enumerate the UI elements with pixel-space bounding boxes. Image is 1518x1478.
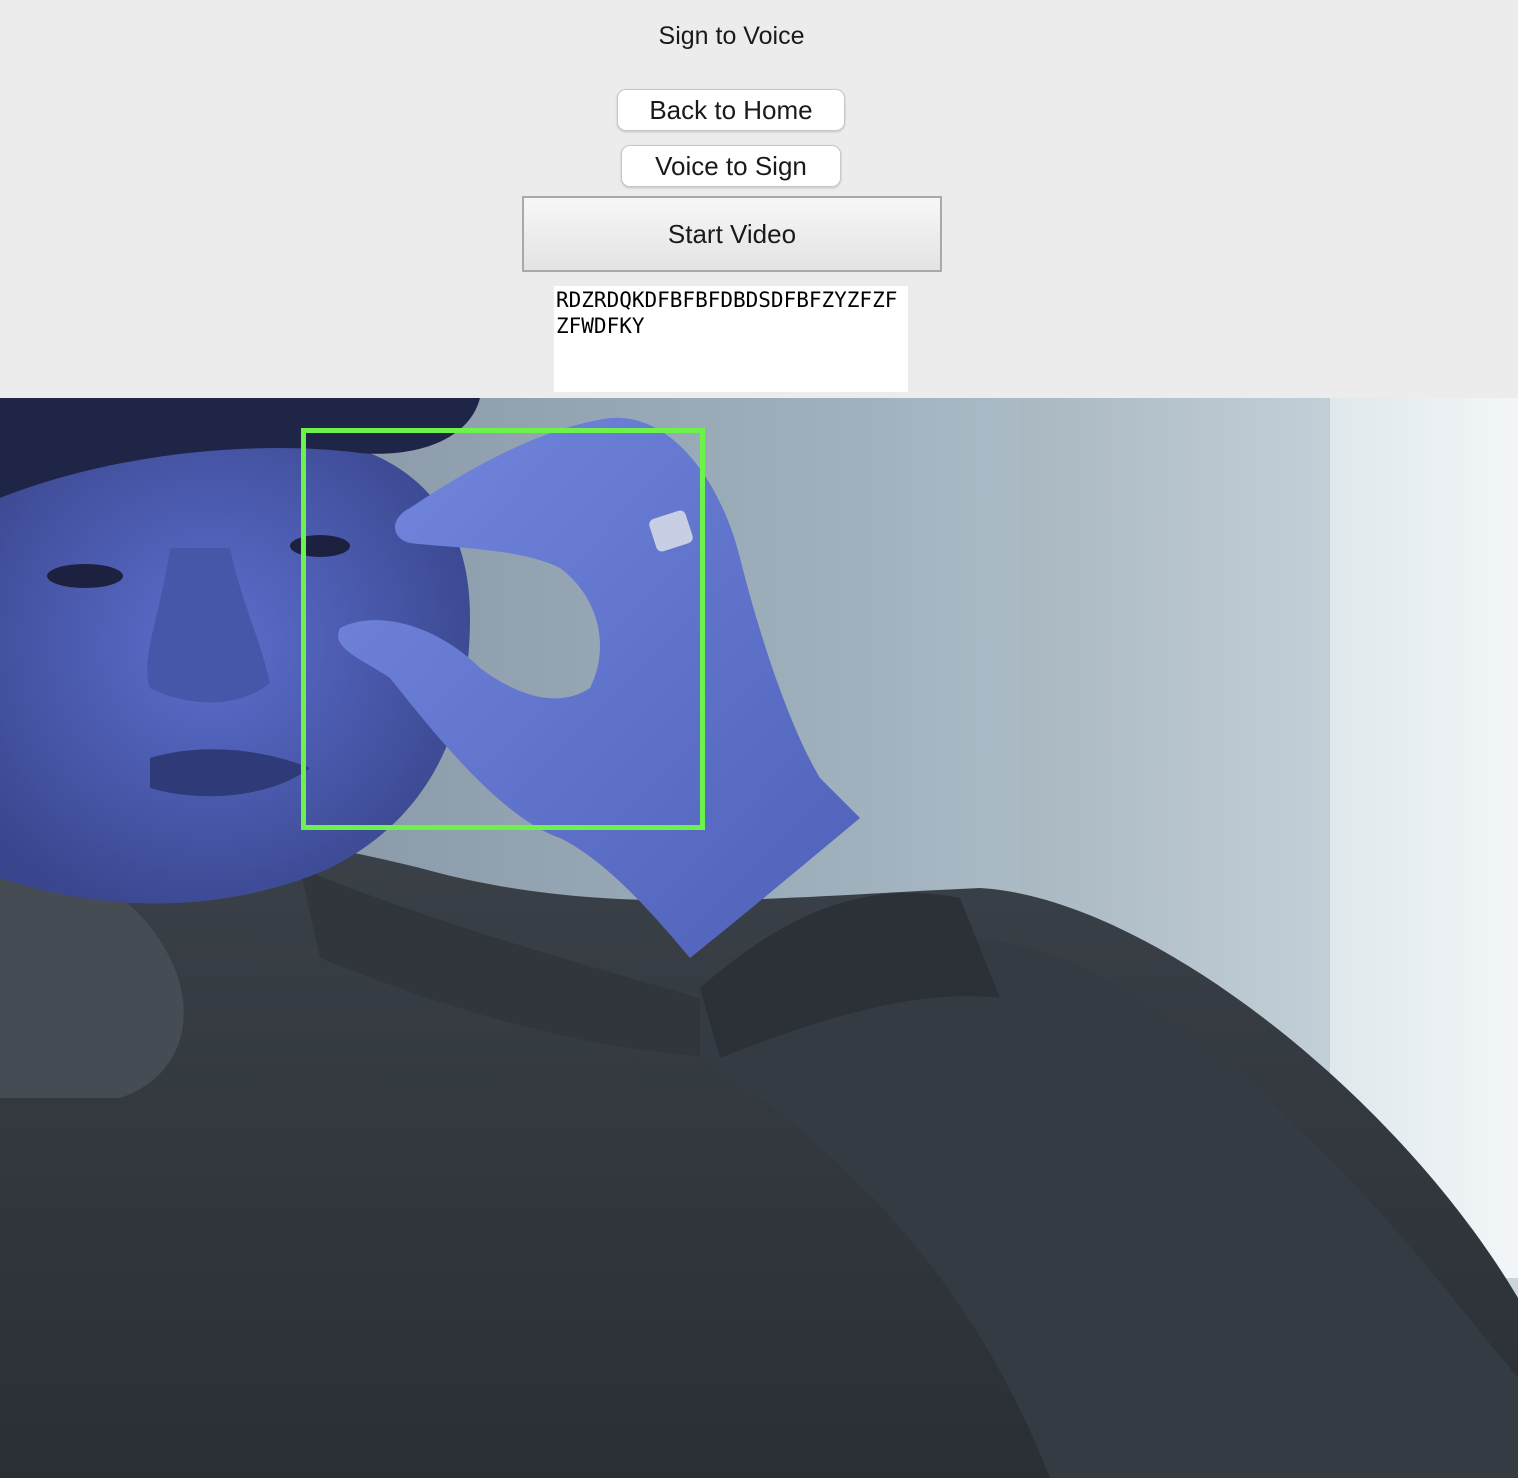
recognized-text-output[interactable]: RDZRDQKDFBFBFDBDSDFBFZYZFZFZFWDFKY [554, 286, 908, 392]
camera-frame-image [0, 398, 1518, 1478]
back-to-home-button[interactable]: Back to Home [617, 89, 845, 131]
app-window: Sign to Voice Back to Home Voice to Sign… [0, 0, 1518, 1478]
page-title: Sign to Voice [658, 22, 805, 50]
camera-video-feed [0, 398, 1518, 1478]
hand-detection-box [301, 428, 705, 830]
start-video-button[interactable]: Start Video [522, 196, 942, 272]
voice-to-sign-button[interactable]: Voice to Sign [621, 145, 841, 187]
